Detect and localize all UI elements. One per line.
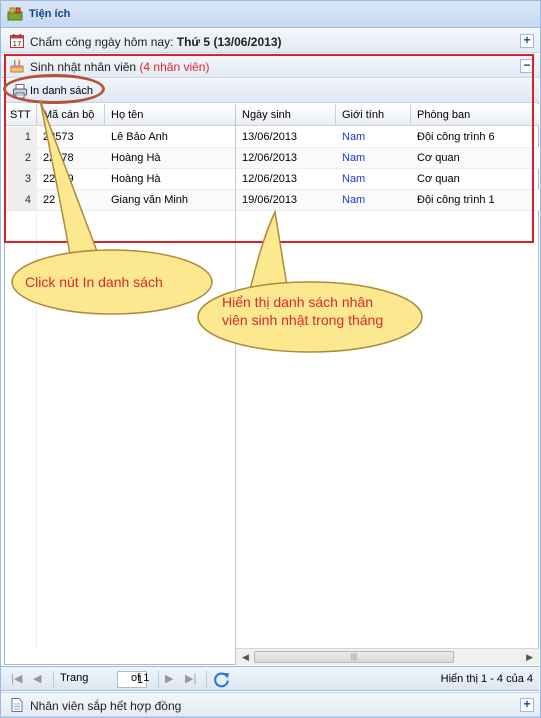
- prev-page-icon[interactable]: ◀: [33, 672, 41, 685]
- last-page-icon[interactable]: ▶|: [185, 672, 196, 685]
- callout-2-text-line2: viên sinh nhật trong tháng: [222, 312, 384, 328]
- scroll-left-icon[interactable]: ◀: [242, 652, 249, 663]
- page-count-label: of 1: [131, 672, 150, 684]
- scrollbar-thumb[interactable]: |||: [254, 651, 454, 663]
- svg-text:17: 17: [13, 40, 22, 48]
- separator: [53, 671, 54, 688]
- refresh-icon[interactable]: [213, 671, 230, 688]
- first-page-icon[interactable]: |◀: [11, 672, 22, 685]
- timesheet-expand-button[interactable]: +: [520, 34, 534, 48]
- expiring-contracts-bar[interactable]: Nhân viên sắp hết hợp đồng +: [1, 692, 540, 717]
- timesheet-label: Chấm công ngày hôm nay: Thứ 5 (13/06/201…: [30, 35, 282, 49]
- expiring-contracts-expand-button[interactable]: +: [520, 698, 534, 712]
- callout-2-text-line1: Hiển thị danh sách nhân: [222, 294, 373, 310]
- paging-toolbar: |◀ ◀ Trang of 1 ▶ ▶| Hiển thị 1 - 4 của …: [1, 666, 539, 691]
- timesheet-date: Thứ 5 (13/06/2013): [176, 35, 282, 49]
- print-button-highlight: [3, 74, 105, 104]
- calendar-icon: 17: [10, 34, 24, 48]
- page-label: Trang: [60, 672, 89, 684]
- panel-title: Tiện ích: [29, 8, 71, 20]
- separator: [206, 671, 207, 688]
- utilities-icon: [7, 7, 23, 21]
- callout-1-text: Click nút In danh sách: [25, 274, 163, 290]
- display-info: Hiển thị 1 - 4 của 4: [440, 673, 533, 685]
- horizontal-scrollbar[interactable]: ◀ ||| ▶: [236, 648, 539, 665]
- scroll-right-icon[interactable]: ▶: [526, 652, 533, 663]
- next-page-icon[interactable]: ▶: [165, 672, 173, 685]
- document-icon: [11, 698, 23, 712]
- panel-header: Tiện ích: [1, 1, 540, 28]
- expiring-contracts-label: Nhân viên sắp hết hợp đồng: [30, 699, 182, 713]
- timesheet-bar[interactable]: 17 Chấm công ngày hôm nay: Thứ 5 (13/06/…: [1, 29, 540, 53]
- separator: [158, 671, 159, 688]
